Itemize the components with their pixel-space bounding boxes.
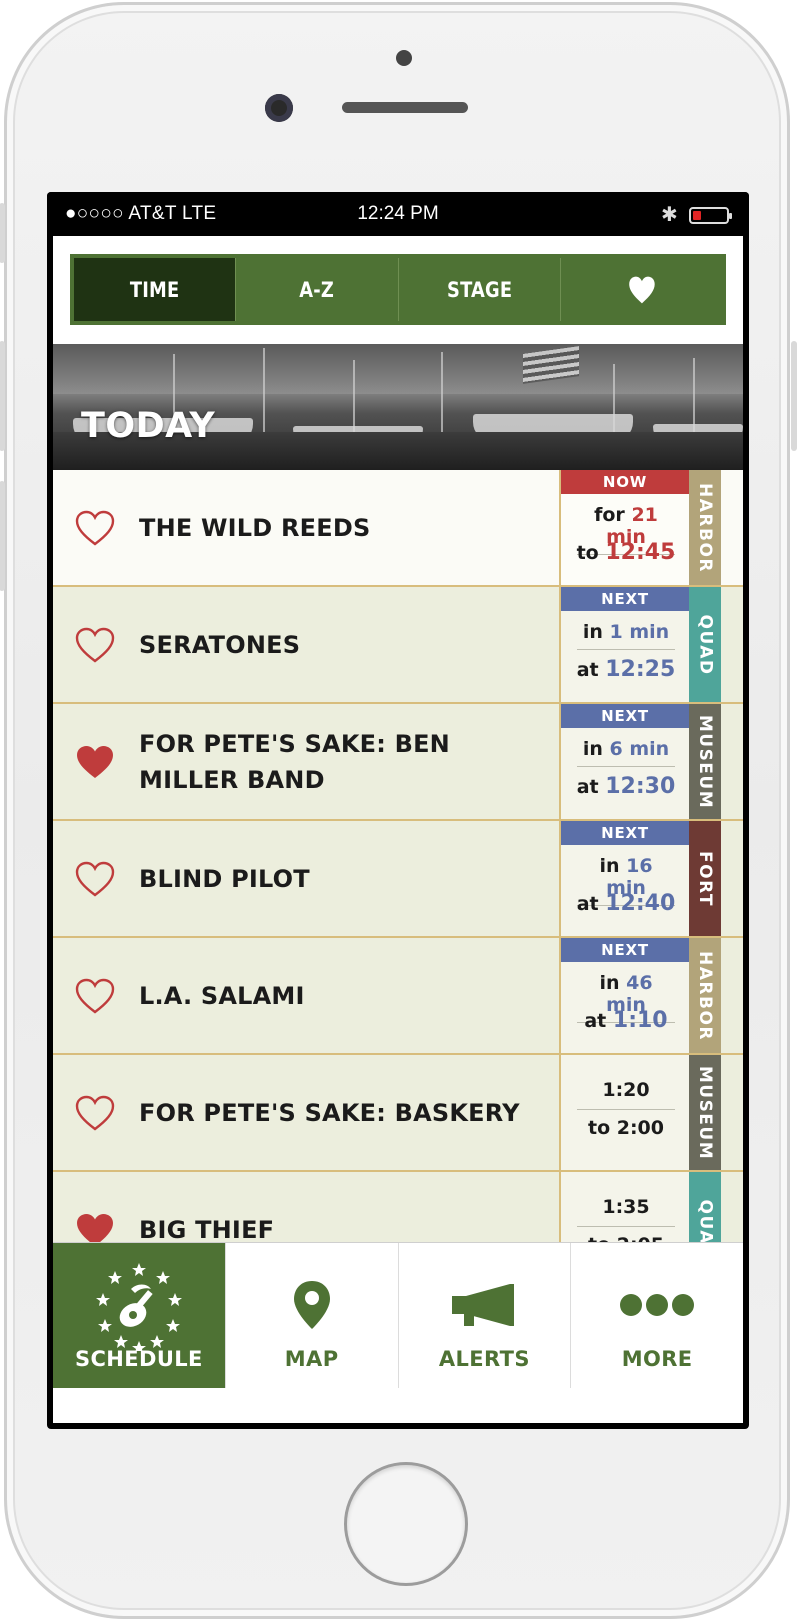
- heart-filled-icon[interactable]: [75, 744, 115, 780]
- segment-time-label: TIME: [129, 277, 180, 302]
- stage-label: HARBOR: [689, 938, 721, 1053]
- time-clock: at 12:30: [576, 774, 676, 799]
- schedule-row[interactable]: SERATONES NEXT in 1 min at 12:25 QUAD: [53, 587, 743, 704]
- heart-outline-icon[interactable]: [75, 510, 115, 546]
- schedule-screen: TIME A-Z STAGE TODAY THE WILD REEDS NOW …: [53, 236, 743, 1423]
- tab-map-label: MAP: [284, 1347, 339, 1371]
- time-remaining: in 1 min: [577, 621, 675, 650]
- artist-name: BLIND PILOT: [139, 864, 310, 893]
- tab-map[interactable]: MAP: [224, 1243, 398, 1388]
- time-clock: at 12:40: [576, 891, 676, 916]
- heart-outline-icon[interactable]: [75, 861, 115, 897]
- status-badge: NEXT: [561, 704, 689, 728]
- schedule-emblem-icon: [53, 1263, 225, 1351]
- heart-filled-icon[interactable]: [75, 1212, 115, 1242]
- status-badge: NEXT: [561, 587, 689, 611]
- start-time: 1:35: [577, 1196, 675, 1227]
- time-remaining: in 6 min: [577, 738, 675, 767]
- status-bar: ●○○○○ AT&T LTE 12:24 PM ✱: [47, 192, 749, 236]
- schedule-row[interactable]: BIG THIEF 1:35 to 2:05 QUAD: [53, 1172, 743, 1242]
- end-time: to 2:00: [587, 1117, 664, 1139]
- tab-schedule[interactable]: SCHEDULE: [53, 1243, 225, 1388]
- day-title: TODAY: [81, 406, 216, 446]
- schedule-row[interactable]: FOR PETE'S SAKE: BASKERY 1:20 to 2:00 MUSEU…: [53, 1055, 743, 1172]
- day-banner: TODAY: [53, 344, 743, 470]
- megaphone-icon: [399, 1265, 571, 1345]
- heart-icon: [628, 276, 655, 303]
- time-info: NOW for 21 min to 12:45: [559, 470, 689, 585]
- time-info: NEXT in 16 min at 12:40: [559, 821, 689, 936]
- time-clock: to 12:45: [576, 540, 676, 565]
- schedule-row[interactable]: L.A. SALAMI NEXT in 46 min at 1:10 HARBOR: [53, 938, 743, 1055]
- time-info: NEXT in 46 min at 1:10: [559, 938, 689, 1053]
- schedule-list[interactable]: THE WILD REEDS NOW for 21 min to 12:45 HARBO…: [53, 470, 743, 1242]
- segment-time[interactable]: TIME: [74, 258, 236, 321]
- segment-a-z-label: A-Z: [299, 277, 335, 302]
- front-camera: [265, 94, 293, 122]
- schedule-row[interactable]: BLIND PILOT NEXT in 16 min at 12:40 FORT: [53, 821, 743, 938]
- start-time: 1:20: [577, 1079, 675, 1110]
- time-info: 1:20 to 2:00: [559, 1055, 689, 1170]
- heart-outline-icon[interactable]: [75, 978, 115, 1014]
- volume-down-button: [0, 481, 5, 591]
- tab-bar: SCHEDULE MAP ALERTS MORE: [53, 1242, 743, 1388]
- status-badge: NEXT: [561, 938, 689, 962]
- artist-name: FOR PETE'S SAKE: BEN MILLER BAND: [139, 729, 450, 794]
- segment-favorites-content: [573, 258, 710, 321]
- status-badge: NEXT: [561, 821, 689, 845]
- tab-more[interactable]: MORE: [570, 1243, 743, 1388]
- segment-stage-label: STAGE: [446, 277, 512, 302]
- artist-name: SERATONES: [139, 630, 301, 659]
- clock: 12:24 PM: [357, 203, 439, 224]
- home-button[interactable]: [344, 1462, 468, 1586]
- stage-label: FORT: [689, 821, 721, 936]
- schedule-row[interactable]: THE WILD REEDS NOW for 21 min to 12:45 HARBO…: [53, 470, 743, 587]
- tab-more-label: MORE: [621, 1347, 693, 1371]
- time-info: NEXT in 1 min at 12:25: [559, 587, 689, 702]
- volume-up-button: [0, 341, 5, 451]
- tab-alerts-label: ALERTS: [438, 1347, 530, 1371]
- stage-label: MUSEUM: [689, 1055, 721, 1170]
- battery-icon: [689, 207, 732, 224]
- time-clock: at 1:10: [584, 1008, 668, 1033]
- stage-label: MUSEUM: [689, 704, 721, 819]
- tab-alerts[interactable]: ALERTS: [397, 1243, 571, 1388]
- stage-label: QUAD: [689, 587, 721, 702]
- time-info: NEXT in 6 min at 12:30: [559, 704, 689, 819]
- power-button: [791, 341, 797, 451]
- segment-a-z[interactable]: A-Z: [235, 258, 397, 321]
- time-info: 1:35 to 2:05: [559, 1172, 689, 1242]
- more-dots-icon: [571, 1265, 743, 1345]
- schedule-row[interactable]: FOR PETE'S SAKE: BEN MILLER BAND NEXT in 6…: [53, 704, 743, 821]
- artist-name: L.A. SALAMI: [139, 981, 305, 1010]
- artist-name: FOR PETE'S SAKE: BASKERY: [139, 1098, 520, 1127]
- mute-switch: [0, 203, 5, 263]
- map-pin-icon: [226, 1265, 398, 1345]
- screen: ●○○○○ AT&T LTE 12:24 PM ✱ TIME A-Z STAGE: [47, 192, 749, 1429]
- sort-segmented-control: TIME A-Z STAGE: [70, 254, 726, 325]
- stage-label: QUAD: [689, 1172, 721, 1242]
- end-time: to 2:05: [567, 1234, 685, 1242]
- bluetooth-icon: ✱: [661, 204, 678, 226]
- tab-schedule-label: SCHEDULE: [74, 1347, 203, 1371]
- artist-name: BIG THIEF: [139, 1215, 275, 1243]
- heart-outline-icon[interactable]: [75, 627, 115, 663]
- artist-name: THE WILD REEDS: [139, 513, 371, 542]
- status-badge: NOW: [561, 470, 689, 494]
- stage-label: HARBOR: [689, 470, 721, 585]
- segment-stage[interactable]: STAGE: [397, 258, 560, 321]
- earpiece-speaker: [342, 102, 468, 113]
- time-clock: at 12:25: [576, 657, 676, 682]
- heart-outline-icon[interactable]: [75, 1095, 115, 1131]
- proximity-sensor: [396, 50, 412, 66]
- segment-favorites[interactable]: [559, 258, 722, 321]
